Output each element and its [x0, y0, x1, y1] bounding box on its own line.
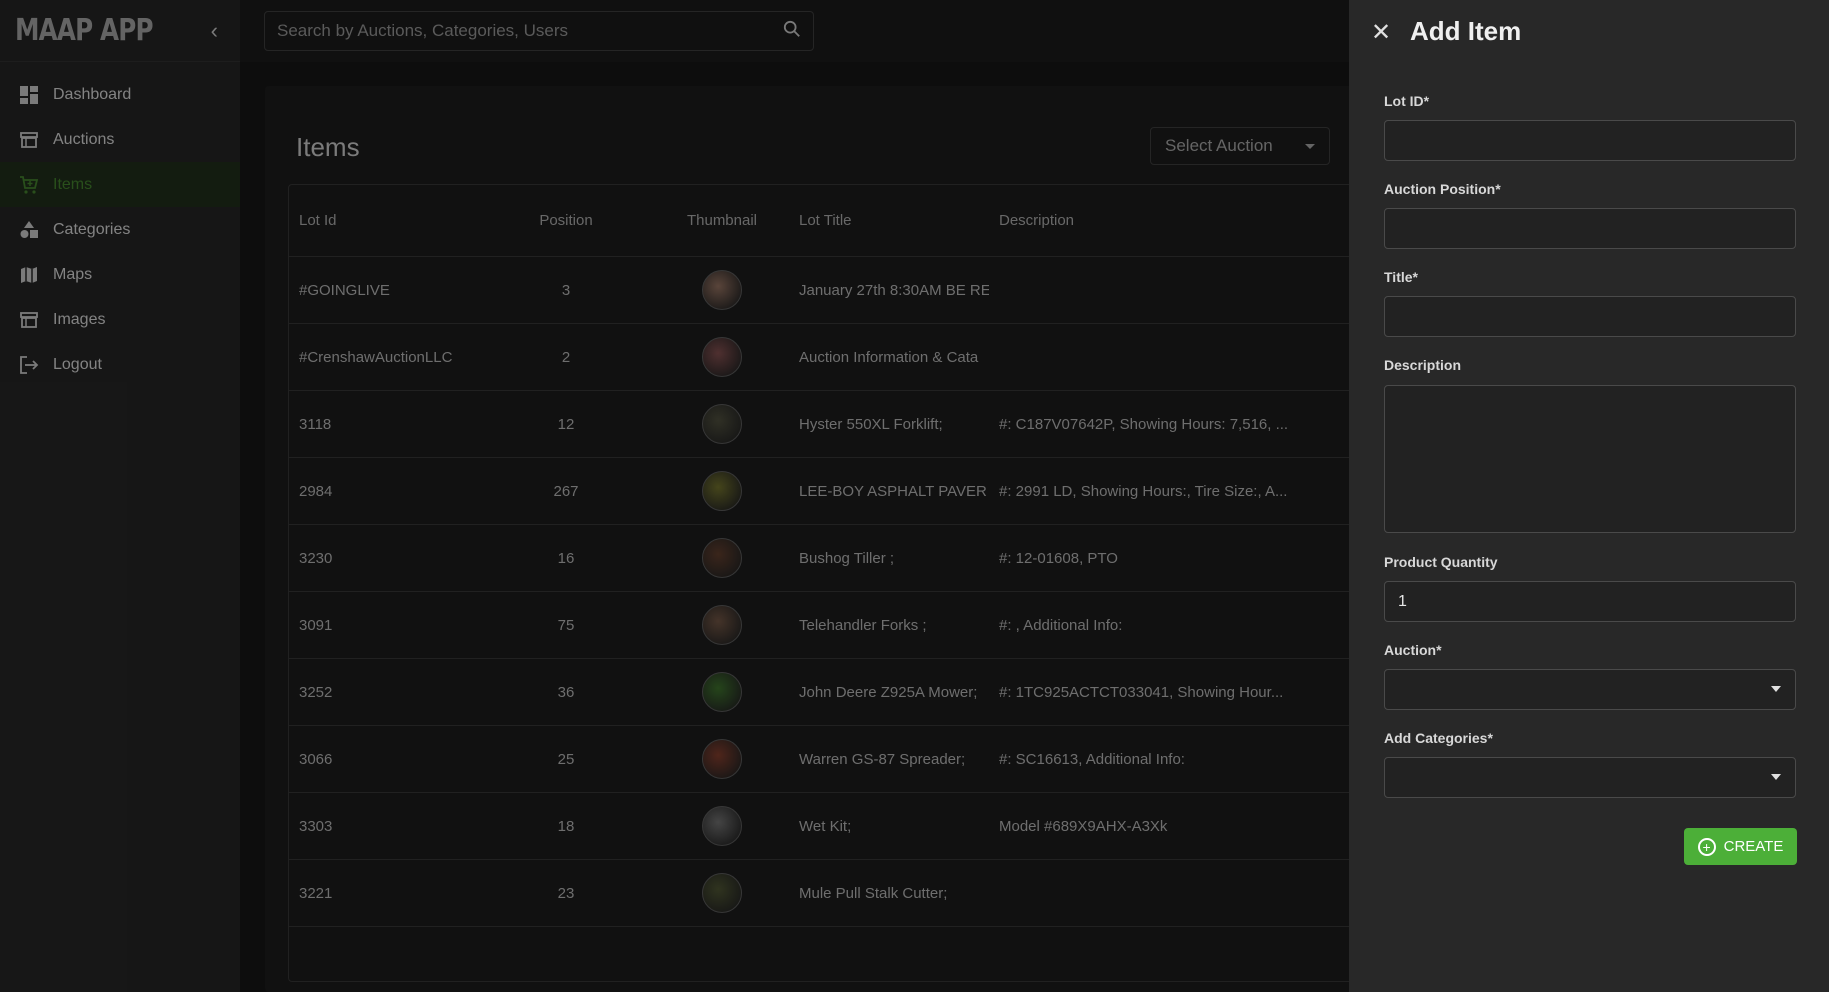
title-field-wrapper	[1384, 296, 1796, 337]
caret-down-icon	[1771, 686, 1781, 692]
create-button-label: CREATE	[1723, 838, 1784, 855]
description-field[interactable]	[1385, 386, 1795, 532]
auction-position-field[interactable]	[1385, 209, 1795, 248]
create-button[interactable]: + CREATE	[1684, 828, 1797, 865]
product-quantity-field-wrapper	[1384, 581, 1796, 622]
add-item-drawer: ✕ Add Item Lot ID* Auction Position* Tit…	[1349, 0, 1829, 992]
lot-id-field[interactable]	[1385, 121, 1795, 160]
lot-id-field-wrapper	[1384, 120, 1796, 161]
auction-label: Auction*	[1384, 642, 1442, 658]
caret-down-icon	[1771, 774, 1781, 780]
product-quantity-field[interactable]	[1385, 582, 1795, 621]
auction-select[interactable]	[1384, 669, 1796, 710]
add-circle-icon: +	[1697, 837, 1716, 856]
product-quantity-label: Product Quantity	[1384, 554, 1498, 570]
add-categories-select[interactable]	[1384, 757, 1796, 798]
title-field[interactable]	[1385, 297, 1795, 336]
description-field-wrapper	[1384, 385, 1796, 533]
auction-position-label: Auction Position*	[1384, 181, 1501, 197]
title-label: Title*	[1384, 269, 1418, 285]
close-icon[interactable]: ✕	[1371, 18, 1391, 47]
lot-id-label: Lot ID*	[1384, 93, 1430, 109]
description-label: Description	[1384, 357, 1462, 373]
auction-position-field-wrapper	[1384, 208, 1796, 249]
add-categories-label: Add Categories*	[1384, 730, 1493, 746]
drawer-title: Add Item	[1410, 16, 1522, 46]
modal-backdrop[interactable]	[0, 0, 1349, 992]
